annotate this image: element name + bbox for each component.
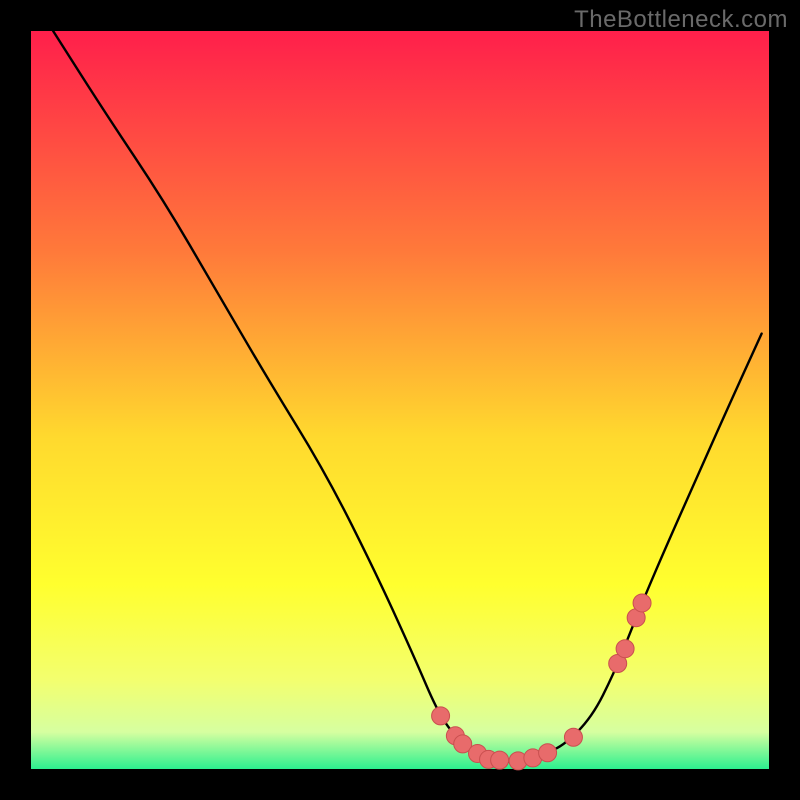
highlight-marker — [432, 707, 450, 725]
watermark-text: TheBottleneck.com — [574, 6, 788, 34]
highlight-marker — [491, 751, 509, 769]
plot-background — [31, 31, 769, 769]
chart-svg — [0, 0, 800, 800]
highlight-marker — [616, 640, 634, 658]
highlight-marker — [539, 744, 557, 762]
highlight-marker — [564, 728, 582, 746]
highlight-marker — [633, 594, 651, 612]
chart-frame: TheBottleneck.com — [0, 0, 800, 800]
